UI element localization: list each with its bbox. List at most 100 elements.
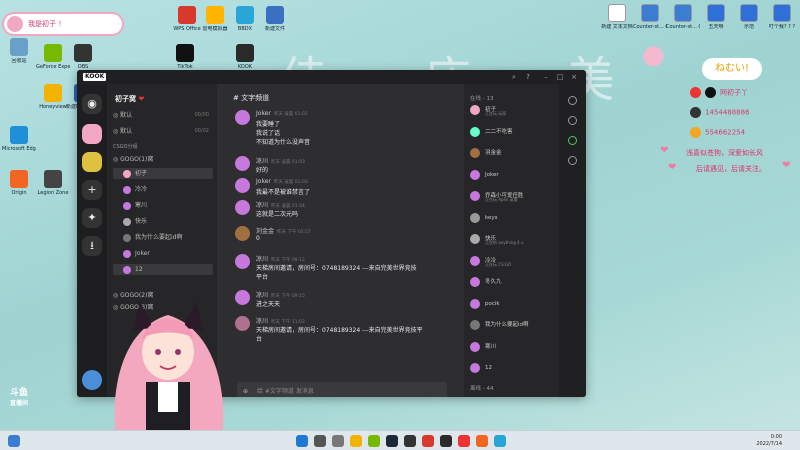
voice-channel[interactable]: ◎ GOGO(1)窝	[113, 154, 213, 165]
app-icon	[10, 38, 28, 56]
file-icon	[608, 4, 626, 22]
voice-member[interactable]: 初子	[113, 168, 213, 179]
app-icon[interactable]	[458, 435, 470, 447]
message-author[interactable]: 凉川 昨天 下午 09:12	[256, 254, 305, 263]
close-button[interactable]: ×	[569, 72, 579, 82]
message-text: 天梯房间邀请，房间号：0748189324 ---来自完美世界竞技	[256, 265, 417, 272]
search-icon[interactable]	[314, 435, 326, 447]
avatar	[123, 169, 131, 178]
member-item[interactable]: 12	[470, 362, 556, 374]
desktop-icon[interactable]: OBS	[66, 44, 100, 70]
desktop-icon[interactable]: Origin	[2, 170, 36, 196]
folder-icon[interactable]	[350, 435, 362, 447]
desktop-icon[interactable]: BBDX	[228, 6, 262, 32]
avatar	[470, 126, 480, 137]
message-author[interactable]: 凉川 昨天 凌晨 01:03	[256, 156, 305, 165]
avatar[interactable]	[235, 226, 250, 241]
members-icon[interactable]	[568, 136, 577, 145]
avatar	[470, 234, 480, 244]
steam-icon[interactable]	[386, 435, 398, 447]
desktop-icon[interactable]: 回收站	[2, 38, 36, 64]
message-author[interactable]: 凉川 昨天 下午 09:15	[256, 290, 305, 299]
desktop-icon[interactable]: 雷电模拟器	[198, 6, 232, 32]
maximize-button[interactable]: □	[555, 72, 565, 82]
start-icon[interactable]	[296, 435, 308, 447]
member-item[interactable]: 冬久九	[470, 276, 556, 288]
member-item[interactable]: pocik	[470, 298, 556, 310]
server-avatar[interactable]	[82, 124, 102, 144]
avatar[interactable]	[235, 110, 250, 125]
pin-icon[interactable]	[568, 116, 577, 125]
channel-title: # 文字频道	[233, 94, 270, 102]
avatar[interactable]	[235, 178, 250, 193]
widgets-icon[interactable]	[8, 435, 20, 447]
home-button[interactable]: ◉	[82, 94, 102, 114]
task-view-icon[interactable]	[332, 435, 344, 447]
message-author[interactable]: 凉川 昨天 下午 11:02	[256, 316, 305, 325]
system-clock[interactable]: 0:00 2022/7/14	[756, 434, 782, 448]
server-name[interactable]: 初子窝 ❤	[115, 94, 144, 104]
desktop-icon[interactable]: 新建 文本文档	[600, 4, 634, 30]
desktop-icon[interactable]: Honeyview	[36, 84, 70, 110]
avatar	[470, 212, 480, 223]
avatar	[470, 298, 480, 309]
voice-member[interactable]: 快乐	[113, 216, 213, 227]
member-item[interactable]: 初子 正在玩 玩家	[470, 104, 556, 116]
member-item[interactable]: 二二不吃害	[470, 126, 556, 138]
member-item[interactable]: 我为什么要起id啊	[470, 319, 556, 331]
kook-icon[interactable]	[440, 435, 452, 447]
search-icon[interactable]: ⌕	[509, 72, 519, 82]
member-name: 二二不吃害	[485, 128, 513, 135]
app-icon[interactable]	[368, 435, 380, 447]
bell-icon[interactable]	[568, 96, 577, 105]
search-icon[interactable]	[568, 156, 577, 165]
avatar	[470, 148, 480, 158]
channel-item[interactable]: ◎ 默认 00/02	[113, 126, 213, 137]
member-status: 正在玩 Apex 英雄	[485, 197, 518, 202]
add-server-button[interactable]: +	[82, 180, 102, 200]
desktop-icon[interactable]: TikTok	[168, 44, 202, 70]
channel-item[interactable]: ◎ 默认 00/00	[113, 110, 213, 121]
message-author[interactable]: Joker 昨天 凌晨 01:03	[256, 178, 308, 185]
member-item[interactable]: keys	[470, 212, 556, 224]
desktop-icon[interactable]: Legion Zone	[36, 170, 70, 196]
message-author[interactable]: 凉川 昨天 凌晨 01:04	[256, 200, 305, 209]
server-avatar-2[interactable]	[82, 152, 102, 172]
channel-group[interactable]: CSGO分组	[113, 142, 213, 153]
desktop-icon[interactable]: Microsoft Edge	[2, 126, 36, 152]
avatar[interactable]	[235, 254, 250, 269]
avatar[interactable]	[235, 156, 250, 171]
desktop-icon[interactable]: GeForce Experience	[36, 44, 70, 70]
help-icon[interactable]: ?	[523, 72, 533, 82]
avatar	[470, 255, 480, 266]
app-icon[interactable]	[494, 435, 506, 447]
voice-member[interactable]: Joker	[113, 248, 213, 259]
member-item[interactable]: 快乐 正在听 anything 4 u	[470, 233, 556, 245]
obs-icon[interactable]	[404, 435, 416, 447]
member-item[interactable]: 乔森小可爱任胜 正在玩 Apex 英雄	[470, 190, 556, 202]
streamer-name-text: 我是初子 ！	[28, 20, 66, 28]
minimize-button[interactable]: –	[541, 72, 551, 82]
add-icon[interactable]: ⊕	[243, 382, 248, 397]
streamer-name-tag: 我是初子 ！	[4, 14, 122, 34]
message-text: 我要睡了	[256, 121, 281, 128]
voice-member[interactable]: 12	[113, 264, 213, 275]
discover-icon[interactable]: ✦	[82, 208, 102, 228]
member-item[interactable]: 寒川	[470, 341, 556, 353]
app-icon	[266, 6, 284, 24]
member-item[interactable]: Joker	[470, 169, 556, 181]
desktop-icon[interactable]: 新建文件	[258, 6, 292, 32]
member-item[interactable]: 冷冷 正在玩 CS:GO	[470, 255, 556, 267]
member-item[interactable]: 羽金金	[470, 147, 556, 159]
message-input[interactable]: ⊕ 给 #文字频道 发消息	[237, 382, 447, 397]
desktop-icon[interactable]: KOOK	[228, 44, 262, 70]
app-icon[interactable]	[422, 435, 434, 447]
app-icon[interactable]	[476, 435, 488, 447]
message-author[interactable]: 刘金金 昨天 下午 05:57	[256, 226, 311, 235]
avatar[interactable]	[235, 200, 250, 215]
voice-member[interactable]: 寒川	[113, 200, 213, 211]
voice-member[interactable]: 我为什么要起id啊	[113, 232, 213, 243]
download-icon[interactable]: ⭳	[82, 236, 102, 256]
voice-member[interactable]: 冷冷	[113, 184, 213, 195]
message-author[interactable]: Joker 昨天 凌晨 01:02	[256, 110, 308, 117]
